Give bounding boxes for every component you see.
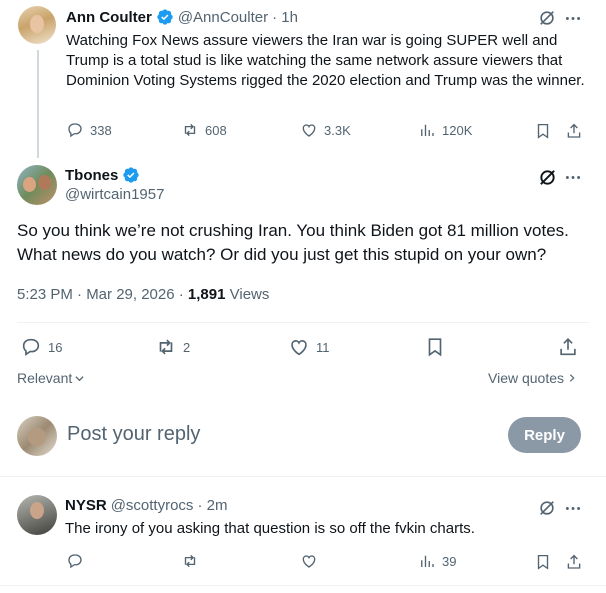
main-tweet-header: Tbones @wirtcain1957 <box>65 166 164 204</box>
more-icon[interactable] <box>563 10 583 26</box>
grok-icon[interactable] <box>538 499 556 517</box>
like-icon <box>291 340 307 356</box>
repost-action[interactable]: 2 <box>155 336 190 358</box>
reply-button[interactable]: Reply <box>508 417 581 453</box>
author-handle[interactable]: @AnnCoulter <box>178 9 268 26</box>
more-icon[interactable] <box>563 169 583 185</box>
tweet-timestamp[interactable]: 5:23 PM · Mar 29, 2026 · <box>17 286 184 303</box>
views-icon <box>421 555 434 567</box>
views-count: 120K <box>442 122 473 138</box>
like-action[interactable]: 3.3K <box>300 121 351 139</box>
avatar-current-user[interactable] <box>17 416 57 456</box>
reply-icon <box>22 338 40 356</box>
share-icon[interactable] <box>564 552 584 572</box>
avatar-ann-coulter[interactable] <box>18 6 56 44</box>
reply-count: 338 <box>90 122 112 138</box>
reply-count: 16 <box>48 339 63 355</box>
repost-action[interactable] <box>181 552 199 570</box>
like-count: 11 <box>316 339 330 355</box>
views-count: 39 <box>442 553 457 569</box>
thread-line <box>37 50 39 158</box>
repost-action[interactable]: 608 <box>181 121 227 139</box>
views-action[interactable]: 39 <box>418 552 456 570</box>
views-icon <box>421 124 434 136</box>
like-action[interactable] <box>300 552 318 570</box>
share-icon[interactable] <box>564 121 584 141</box>
views-action[interactable]: 120K <box>418 121 472 139</box>
repost-icon <box>159 339 173 355</box>
grok-icon[interactable] <box>538 9 556 27</box>
view-quotes-label: View quotes <box>488 370 565 386</box>
author-name[interactable]: Ann Coulter <box>66 9 152 26</box>
bookmark-icon[interactable] <box>533 552 553 572</box>
reply-text: The irony of you asking that question is… <box>65 520 475 537</box>
divider <box>0 585 606 586</box>
like-icon <box>302 124 316 137</box>
tweet-time[interactable]: · 2m <box>197 497 227 514</box>
reply-action[interactable]: 16 <box>20 336 62 358</box>
avatar-tbones[interactable] <box>17 165 57 205</box>
quoted-tweet-header: Ann Coulter @AnnCoulter · 1h <box>66 8 298 26</box>
verified-badge-icon <box>157 9 173 25</box>
tweet-time[interactable]: · 1h <box>272 9 298 26</box>
like-count: 3.3K <box>324 122 351 138</box>
views-count: 1,891 <box>187 286 226 303</box>
like-icon <box>302 555 316 568</box>
divider <box>0 476 606 477</box>
reply-input[interactable]: Post your reply <box>67 423 200 446</box>
reply-icon <box>68 554 82 569</box>
repost-count: 608 <box>205 122 227 138</box>
author-name[interactable]: Tbones <box>65 167 118 184</box>
like-action[interactable]: 11 <box>288 336 330 358</box>
author-handle[interactable]: @wirtcain1957 <box>65 186 164 203</box>
author-name[interactable]: NYSR <box>65 497 107 514</box>
tweet-meta: 5:23 PM · Mar 29, 2026 · 1,891 Views <box>17 286 269 303</box>
verified-badge-icon <box>123 167 140 183</box>
repost-icon <box>184 123 196 137</box>
sort-dropdown[interactable]: Relevant <box>17 370 85 386</box>
grok-icon[interactable] <box>537 167 557 187</box>
sort-label: Relevant <box>17 370 73 386</box>
main-tweet-text: So you think we’re not crushing Iran. Yo… <box>17 221 569 264</box>
view-quotes-link[interactable]: View quotes <box>488 370 577 386</box>
repost-count: 2 <box>183 339 191 355</box>
divider <box>17 322 589 323</box>
reply-action[interactable]: 338 <box>66 121 112 139</box>
bookmark-icon[interactable] <box>424 336 446 358</box>
share-icon[interactable] <box>557 336 579 358</box>
chevron-down-icon <box>75 375 84 381</box>
reply-icon <box>68 123 82 138</box>
avatar-nysr[interactable] <box>17 495 57 535</box>
bookmark-icon[interactable] <box>533 121 553 141</box>
views-label: Views <box>229 286 270 303</box>
chevron-right-icon <box>569 374 575 382</box>
repost-icon <box>184 554 196 568</box>
reply-header: NYSR @scottyrocs · 2m <box>65 497 227 514</box>
author-handle[interactable]: @scottyrocs <box>111 497 194 514</box>
more-icon[interactable] <box>563 500 583 516</box>
quoted-tweet-text: Watching Fox News assure viewers the Ira… <box>66 32 585 89</box>
reply-action[interactable] <box>66 552 84 570</box>
